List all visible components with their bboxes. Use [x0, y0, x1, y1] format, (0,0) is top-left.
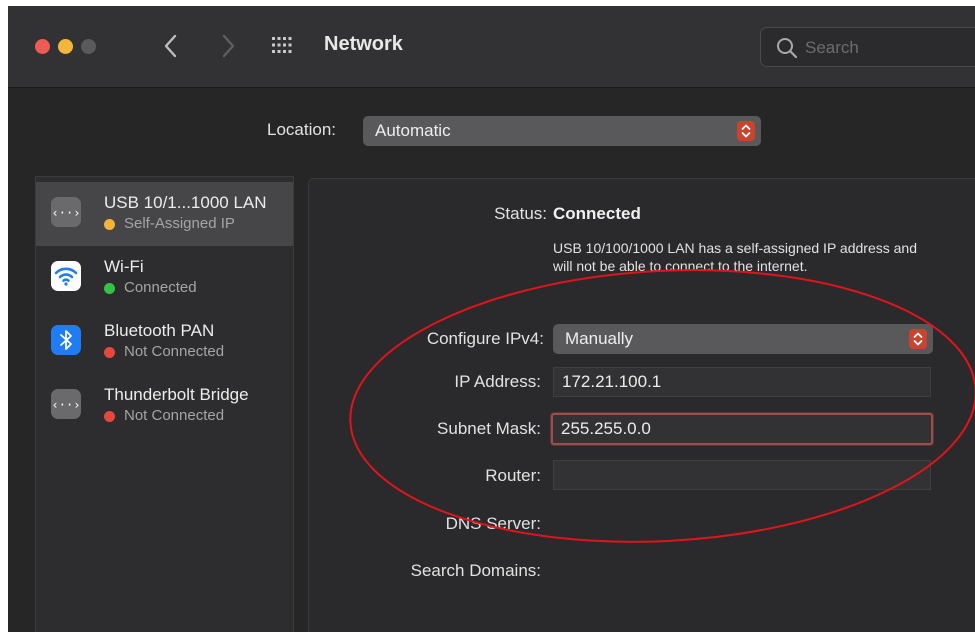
network-preferences-window: Network Location: Automatic	[8, 6, 975, 632]
grid-icon	[272, 37, 292, 53]
thunderbolt-bridge-icon: ‹··›	[51, 389, 81, 419]
subnet-mask-label: Subnet Mask:	[437, 419, 541, 438]
status-description: USB 10/100/1000 LAN has a self-assigned …	[553, 240, 917, 274]
service-status: Not Connected	[124, 407, 225, 424]
search-icon	[775, 36, 799, 60]
window-title: Network	[324, 33, 403, 55]
location-popup[interactable]: Automatic	[363, 116, 761, 146]
svg-text:‹··›: ‹··›	[52, 398, 81, 412]
show-all-button[interactable]	[272, 37, 292, 53]
back-button[interactable]	[156, 29, 186, 63]
bluetooth-icon	[51, 325, 81, 355]
search-box[interactable]	[760, 27, 975, 67]
service-item-wifi[interactable]: Wi-Fi Connected	[36, 246, 293, 310]
service-name: Wi-Fi	[104, 257, 144, 276]
configure-ipv4-value: Manually	[565, 329, 634, 348]
service-item-bluetooth-pan[interactable]: Bluetooth PAN Not Connected	[36, 310, 293, 374]
ethernet-icon: ‹··›	[51, 197, 81, 227]
configure-ipv4-popup[interactable]: Manually	[553, 324, 933, 354]
status-label: Status:	[494, 204, 547, 223]
search-input[interactable]	[805, 37, 965, 59]
search-domains-label: Search Domains:	[410, 561, 541, 580]
service-status: Connected	[124, 279, 197, 296]
forward-button[interactable]	[213, 29, 243, 63]
close-window-button[interactable]	[35, 39, 50, 54]
minimize-window-button[interactable]	[58, 39, 73, 54]
router-field[interactable]	[553, 460, 931, 490]
status-value: Connected	[553, 204, 641, 223]
status-dot	[104, 347, 115, 358]
service-item-thunderbolt-bridge[interactable]: ‹··› Thunderbolt Bridge Not Connected	[36, 374, 293, 438]
title-bar: Network	[8, 6, 975, 88]
service-name: USB 10/1...1000 LAN	[104, 193, 267, 212]
updown-arrows-icon	[737, 121, 755, 141]
ip-address-label: IP Address:	[454, 372, 541, 391]
svg-text:‹··›: ‹··›	[52, 206, 81, 220]
chevron-left-icon	[164, 34, 177, 58]
service-status: Not Connected	[124, 343, 225, 360]
zoom-window-button[interactable]	[81, 39, 96, 54]
dns-server-label: DNS Server:	[445, 514, 541, 533]
updown-arrows-icon	[909, 329, 927, 349]
configure-ipv4-label: Configure IPv4:	[426, 329, 544, 348]
subnet-mask-field[interactable]	[551, 413, 933, 445]
location-value: Automatic	[375, 121, 451, 140]
wifi-icon	[51, 261, 81, 291]
router-label: Router:	[485, 466, 541, 485]
service-list: ‹··› USB 10/1...1000 LAN Self-Assigned I…	[35, 176, 294, 632]
ip-address-field[interactable]	[553, 367, 931, 397]
service-name: Thunderbolt Bridge	[104, 385, 249, 404]
service-name: Bluetooth PAN	[104, 321, 215, 340]
service-item-usb-lan[interactable]: ‹··› USB 10/1...1000 LAN Self-Assigned I…	[36, 182, 293, 246]
location-label: Location:	[267, 120, 336, 139]
status-dot	[104, 283, 115, 294]
status-dot	[104, 219, 115, 230]
chevron-right-icon	[222, 34, 235, 58]
status-dot	[104, 411, 115, 422]
service-status: Self-Assigned IP	[124, 215, 235, 232]
